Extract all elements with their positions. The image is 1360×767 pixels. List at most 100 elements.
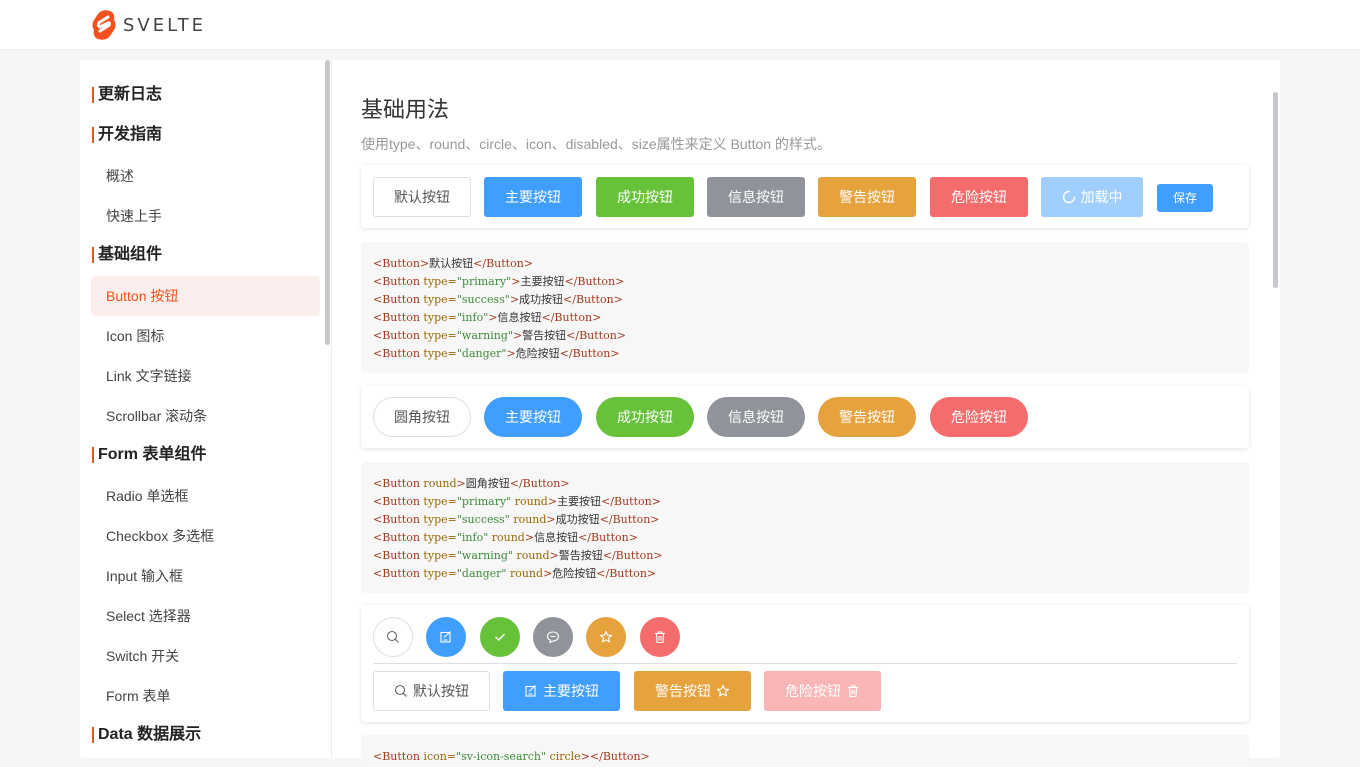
sidebar-item-button[interactable]: Button 按钮 [91, 276, 320, 316]
sidebar-item-quickstart[interactable]: 快速上手 [91, 196, 320, 236]
code-open-tag-end: > [506, 347, 516, 360]
code-line: <Button type="warning">警告按钮</Button> [373, 327, 1237, 345]
round-warning-button[interactable]: 警告按钮 [818, 397, 916, 437]
circle-message-button[interactable] [533, 617, 573, 657]
loading-button-label: 加载中 [1080, 189, 1123, 205]
code-text: 信息按钮 [497, 311, 542, 324]
success-button[interactable]: 成功按钮 [596, 177, 694, 217]
page-description: 使用type、round、circle、icon、disabled、size属性… [361, 136, 831, 152]
code-attr-value: "success" [456, 293, 510, 306]
sidebar-item-select[interactable]: Select 选择器 [91, 596, 320, 636]
circle-delete-button[interactable] [640, 617, 680, 657]
save-button[interactable]: 保存 [1157, 184, 1213, 212]
code-close-tag: </Button> [578, 531, 638, 544]
code-line: <Button type="success" round>成功按钮</Butto… [373, 511, 1237, 529]
icon-primary-button[interactable]: 主要按钮 [503, 671, 620, 711]
code-block-round: <Button round>圆角按钮</Button> <Button type=… [361, 462, 1249, 593]
code-attr-value: "danger" [456, 567, 507, 580]
search-icon [394, 684, 407, 697]
sidebar-item-checkbox[interactable]: Checkbox 多选框 [91, 516, 320, 556]
round-success-button[interactable]: 成功按钮 [596, 397, 694, 437]
trash-icon [655, 631, 665, 644]
code-attr: icon= [419, 750, 457, 763]
code-attr: type= [419, 513, 457, 526]
code-text: 信息按钮 [534, 531, 579, 544]
code-open-tag-end: > [456, 477, 466, 490]
sidebar-item-form[interactable]: Form 表单 [91, 676, 320, 716]
code-line: <Button type="info" round>信息按钮</Button> [373, 529, 1237, 547]
code-block-icon: <Button icon="sv-icon-search" circle></B… [361, 735, 1249, 767]
code-open-tag: <Button [373, 495, 420, 508]
code-attr: type= [419, 329, 457, 342]
code-line: <Button icon="sv-icon-search" circle></B… [373, 748, 1237, 766]
circle-search-button[interactable] [373, 617, 413, 657]
sidebar-item-overview[interactable]: 概述 [91, 156, 320, 196]
nav-group-guide[interactable]: 开发指南 [92, 125, 162, 145]
code-close-tag: </Button> [589, 750, 650, 763]
sidebar-item-scrollbar[interactable]: Scrollbar 滚动条 [91, 396, 320, 436]
page-title: 基础用法 [361, 97, 450, 122]
icon-default-button[interactable]: 默认按钮 [373, 671, 490, 711]
nav-group-form[interactable]: Form 表单组件 [92, 445, 206, 465]
loading-button[interactable]: 加载中 [1041, 177, 1143, 217]
code-line: <Button type="info">信息按钮</Button> [373, 309, 1237, 327]
circle-edit-button[interactable] [426, 617, 466, 657]
sidebar-scrollbar[interactable] [325, 60, 330, 345]
code-open-tag-end: > [547, 495, 558, 508]
sidebar-item-input[interactable]: Input 输入框 [91, 556, 320, 596]
code-attr: type= [419, 311, 457, 324]
main-scrollbar[interactable] [1273, 92, 1278, 288]
circle-check-button[interactable] [480, 617, 520, 657]
code-attr: type= [419, 495, 457, 508]
sidebar-item-icon[interactable]: Icon 图标 [91, 316, 320, 356]
code-text: 主要按钮 [557, 495, 602, 508]
code-line: <Button type="warning" round>警告按钮</Butto… [373, 547, 1237, 565]
warning-button[interactable]: 警告按钮 [818, 177, 916, 217]
code-open-tag: <Button [373, 257, 420, 270]
nav-group-data[interactable]: Data 数据展示 [92, 725, 201, 745]
svelte-logo[interactable]: SVELTE [90, 8, 206, 42]
sidebar-item-radio[interactable]: Radio 单选框 [91, 476, 320, 516]
code-attr: round [419, 477, 457, 490]
code-attr: round [506, 567, 544, 580]
sidebar-item-link[interactable]: Link 文字链接 [91, 356, 320, 396]
danger-button[interactable]: 危险按钮 [930, 177, 1028, 217]
round-primary-button[interactable]: 主要按钮 [484, 397, 582, 437]
primary-button[interactable]: 主要按钮 [484, 177, 582, 217]
code-attr: round [509, 513, 547, 526]
nav-group-basic[interactable]: 基础组件 [92, 245, 162, 265]
search-icon [386, 630, 399, 643]
code-attr-value: "warning" [456, 329, 513, 342]
code-text: 圆角按钮 [465, 477, 510, 490]
message-icon [546, 631, 560, 644]
code-close-tag: </Button> [541, 311, 602, 324]
loading-spinner-icon [1062, 190, 1075, 204]
round-info-button[interactable]: 信息按钮 [707, 397, 805, 437]
code-close-tag: </Button> [473, 257, 534, 270]
icon-warning-button[interactable]: 警告按钮 [634, 671, 751, 711]
code-text: 警告按钮 [522, 329, 567, 342]
default-button[interactable]: 默认按钮 [373, 177, 471, 217]
code-open-tag-end: > [419, 257, 430, 270]
code-attr: round [488, 531, 525, 544]
code-attr: type= [419, 567, 457, 580]
check-icon [495, 633, 506, 641]
code-text: 危险按钮 [552, 567, 597, 580]
code-attr-value: "info" [456, 311, 489, 324]
circle-star-button[interactable] [586, 617, 626, 657]
icon-danger-disabled-button[interactable]: 危险按钮 [764, 671, 881, 711]
code-line: <Button type="primary" round>主要按钮</Butto… [373, 493, 1237, 511]
round-danger-button[interactable]: 危险按钮 [930, 397, 1028, 437]
info-button[interactable]: 信息按钮 [707, 177, 805, 217]
sidebar-item-switch[interactable]: Switch 开关 [91, 636, 320, 676]
code-block-basic: <Button>默认按钮</Button> <Button type="prima… [361, 242, 1249, 373]
code-line: <Button round>圆角按钮</Button> [373, 475, 1237, 493]
code-close-tag: </Button> [563, 293, 623, 306]
nav-group-changelog[interactable]: 更新日志 [92, 85, 162, 105]
code-attr: type= [419, 531, 457, 544]
star-icon [716, 684, 730, 697]
round-default-button[interactable]: 圆角按钮 [373, 397, 471, 437]
code-text: 成功按钮 [555, 513, 600, 526]
code-attr-value: "danger" [456, 347, 507, 360]
code-open-tag: <Button [373, 311, 420, 324]
